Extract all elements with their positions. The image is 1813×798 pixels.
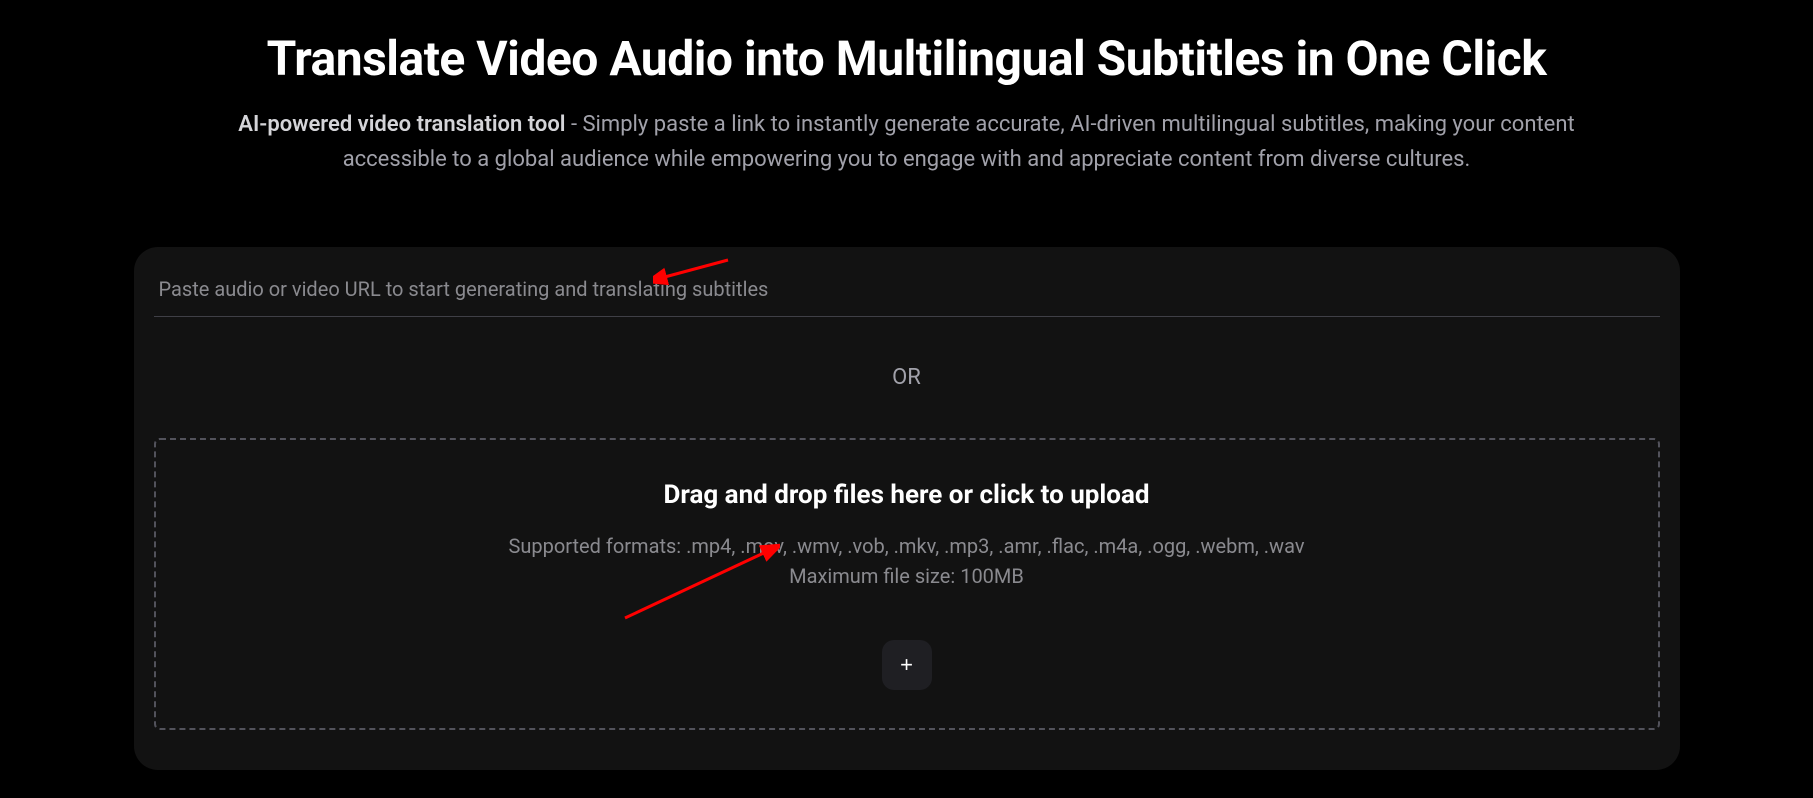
dropzone-max-size: Maximum file size: 100MB — [176, 564, 1638, 588]
url-input-wrapper — [154, 277, 1660, 317]
dropzone-title: Drag and drop files here or click to upl… — [176, 480, 1638, 510]
page-subtitle: AI-powered video translation tool - Simp… — [157, 107, 1657, 177]
page-title: Translate Video Audio into Multilingual … — [267, 30, 1547, 87]
or-divider: OR — [154, 365, 1660, 390]
upload-card: OR Drag and drop files here or click to … — [134, 247, 1680, 770]
file-dropzone[interactable]: Drag and drop files here or click to upl… — [154, 438, 1660, 730]
subtitle-bold: AI-powered video translation tool — [238, 112, 565, 137]
dropzone-formats: Supported formats: .mp4, .mov, .wmv, .vo… — [176, 534, 1638, 558]
plus-icon: + — [900, 652, 913, 678]
url-input[interactable] — [159, 277, 1655, 301]
add-file-button[interactable]: + — [882, 640, 932, 690]
